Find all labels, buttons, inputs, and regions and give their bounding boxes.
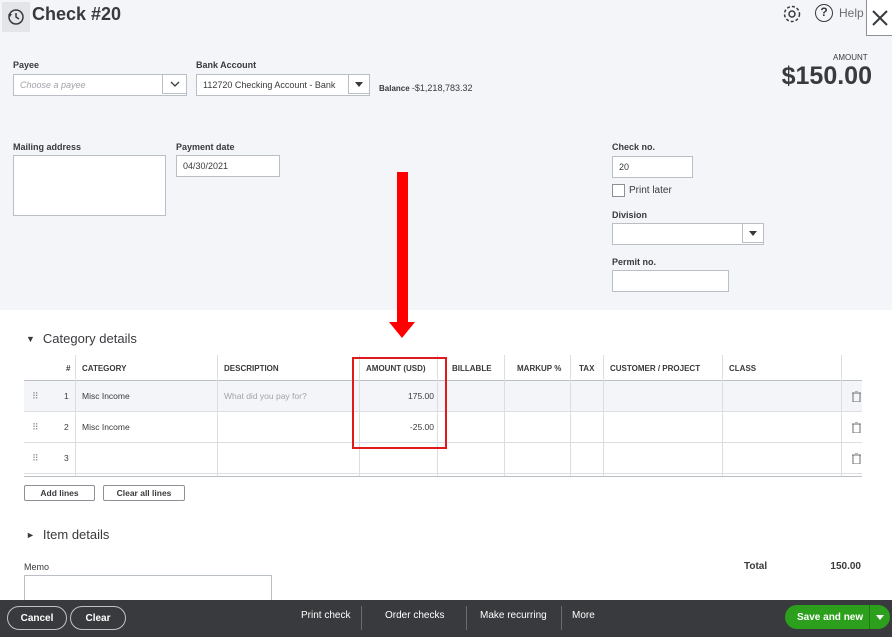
bank-account-select[interactable]: 112720 Checking Account - Bank <box>196 74 370 96</box>
memo-label: Memo <box>24 562 50 572</box>
save-divider <box>869 605 870 629</box>
item-details-toggle[interactable]: ► Item details <box>26 527 109 542</box>
order-checks-link[interactable]: Order checks <box>385 610 444 621</box>
close-button[interactable] <box>866 0 892 36</box>
payment-date-field[interactable]: 04/30/2021 <box>176 155 280 177</box>
col-divider <box>217 355 218 477</box>
caret-down-icon <box>355 81 363 87</box>
check-no-value: 20 <box>619 162 630 172</box>
col-header-markup: MARKUP % <box>517 363 562 373</box>
col-divider <box>722 355 723 477</box>
payment-date-label: Payment date <box>176 142 235 152</box>
cancel-button[interactable]: Cancel <box>7 606 67 630</box>
footer-separator <box>561 606 562 630</box>
balance-display: Balance -$1,218,783.32 <box>379 83 472 93</box>
clear-all-lines-button[interactable]: Clear all lines <box>103 485 185 501</box>
help-icon[interactable]: ? <box>815 4 833 22</box>
trash-icon[interactable] <box>846 443 861 473</box>
gear-icon[interactable] <box>782 4 802 24</box>
payment-date-value: 04/30/2021 <box>183 161 229 171</box>
make-recurring-link[interactable]: Make recurring <box>480 610 547 621</box>
col-divider <box>841 355 842 477</box>
save-and-new-label: Save and new <box>797 611 864 623</box>
permit-no-label: Permit no. <box>612 257 657 267</box>
bank-account-value: 112720 Checking Account - Bank <box>203 80 336 90</box>
balance-label: Balance <box>379 84 410 93</box>
col-header-num: # <box>66 363 71 373</box>
amount-label: AMOUNT <box>833 53 868 62</box>
print-later-label: Print later <box>629 185 672 196</box>
table-bottom-border <box>24 476 862 477</box>
permit-no-field[interactable] <box>612 270 729 292</box>
annotation-arrow-head <box>389 322 415 338</box>
total-label: Total <box>744 561 768 572</box>
bank-account-dropdown-button[interactable] <box>348 74 370 94</box>
mailing-address-field[interactable] <box>13 155 166 216</box>
row-num: 1 <box>64 391 69 401</box>
amount-value: $150.00 <box>781 62 872 90</box>
division-dropdown-button[interactable] <box>742 223 764 243</box>
category-details-toggle[interactable]: ▼ Category details <box>26 331 137 346</box>
mailing-address-label: Mailing address <box>13 142 82 152</box>
col-header-class: CLASS <box>729 363 757 373</box>
col-header-tax: TAX <box>579 363 595 373</box>
row-category[interactable]: Misc Income <box>76 381 130 411</box>
total-value: 150.00 <box>830 561 861 572</box>
trash-icon[interactable] <box>846 381 861 411</box>
add-lines-button[interactable]: Add lines <box>24 485 95 501</box>
payee-placeholder: Choose a payee <box>20 80 86 90</box>
drag-handle-icon[interactable]: ⠿ <box>26 381 39 411</box>
annotation-arrow-shaft <box>397 172 408 322</box>
footer-separator <box>466 606 467 630</box>
chevron-down-icon <box>170 81 179 87</box>
clear-button[interactable]: Clear <box>70 606 126 630</box>
payee-label: Payee <box>13 60 40 70</box>
division-select[interactable] <box>612 223 764 245</box>
annotation-highlight-box <box>352 357 447 449</box>
payee-dropdown-button[interactable] <box>162 74 187 94</box>
item-details-title: Item details <box>42 527 110 542</box>
recent-transactions-icon[interactable] <box>2 2 30 32</box>
drag-handle-icon[interactable]: ⠿ <box>26 443 39 473</box>
more-link[interactable]: More <box>572 610 595 621</box>
footer-bar: Cancel Clear Print check Order checks Ma… <box>0 600 892 637</box>
help-link[interactable]: Help <box>839 6 864 20</box>
col-divider <box>504 355 505 477</box>
division-label: Division <box>612 210 648 220</box>
col-divider <box>570 355 571 477</box>
col-divider <box>603 355 604 477</box>
triangle-down-icon: ▼ <box>26 333 35 344</box>
row-category[interactable]: Misc Income <box>76 412 130 442</box>
print-check-link[interactable]: Print check <box>301 610 350 621</box>
category-details-title: Category details <box>42 331 137 346</box>
save-and-new-button[interactable]: Save and new <box>785 605 890 629</box>
row-num: 3 <box>64 453 69 463</box>
col-header-description: DESCRIPTION <box>224 363 279 373</box>
row-description[interactable]: What did you pay for? <box>218 381 307 411</box>
check-no-label: Check no. <box>612 142 656 152</box>
footer-separator <box>361 606 362 630</box>
col-header-billable: BILLABLE <box>452 363 492 373</box>
close-icon <box>872 10 888 26</box>
drag-handle-icon[interactable]: ⠿ <box>26 412 39 442</box>
bank-account-label: Bank Account <box>196 60 257 70</box>
check-no-field[interactable]: 20 <box>612 156 693 178</box>
trash-icon[interactable] <box>846 412 861 442</box>
row-num: 2 <box>64 422 69 432</box>
col-divider <box>75 355 76 477</box>
caret-down-icon <box>749 230 757 236</box>
page-header: Check #20 ? Help <box>0 0 892 36</box>
page-title: Check #20 <box>32 4 122 24</box>
balance-value: -$1,218,783.32 <box>411 83 473 93</box>
caret-down-icon[interactable] <box>876 615 884 620</box>
col-header-customer: CUSTOMER / PROJECT <box>610 363 701 373</box>
payee-select[interactable]: Choose a payee <box>13 74 187 96</box>
triangle-right-icon: ► <box>26 529 35 540</box>
print-later-checkbox[interactable] <box>612 184 625 197</box>
col-header-category: CATEGORY <box>82 363 127 373</box>
